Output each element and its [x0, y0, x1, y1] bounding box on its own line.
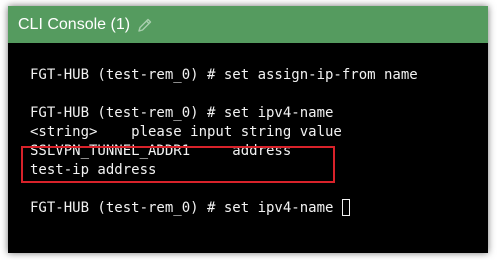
cli-console-window: CLI Console (1) FGT-HUB (test-rem_0) # s…	[8, 6, 488, 253]
pencil-icon[interactable]	[137, 17, 153, 33]
console-output[interactable]: FGT-HUB (test-rem_0) # set assign-ip-fro…	[8, 43, 488, 218]
console-prompt-text: FGT-HUB (test-rem_0) # set ipv4-name	[30, 200, 342, 216]
text-cursor	[341, 199, 350, 216]
console-line: SSLVPN_TUNNEL_ADDR1 address	[30, 143, 292, 159]
console-line: <string> please input string value	[30, 124, 342, 140]
console-prompt-line[interactable]: FGT-HUB (test-rem_0) # set ipv4-name	[30, 199, 488, 218]
console-line: FGT-HUB (test-rem_0) # set ipv4-name	[30, 105, 334, 121]
console-line: FGT-HUB (test-rem_0) # set assign-ip-fro…	[30, 67, 418, 83]
console-title: CLI Console (1)	[18, 15, 131, 33]
console-line: test-ip address	[30, 162, 157, 178]
console-titlebar: CLI Console (1)	[8, 6, 488, 43]
